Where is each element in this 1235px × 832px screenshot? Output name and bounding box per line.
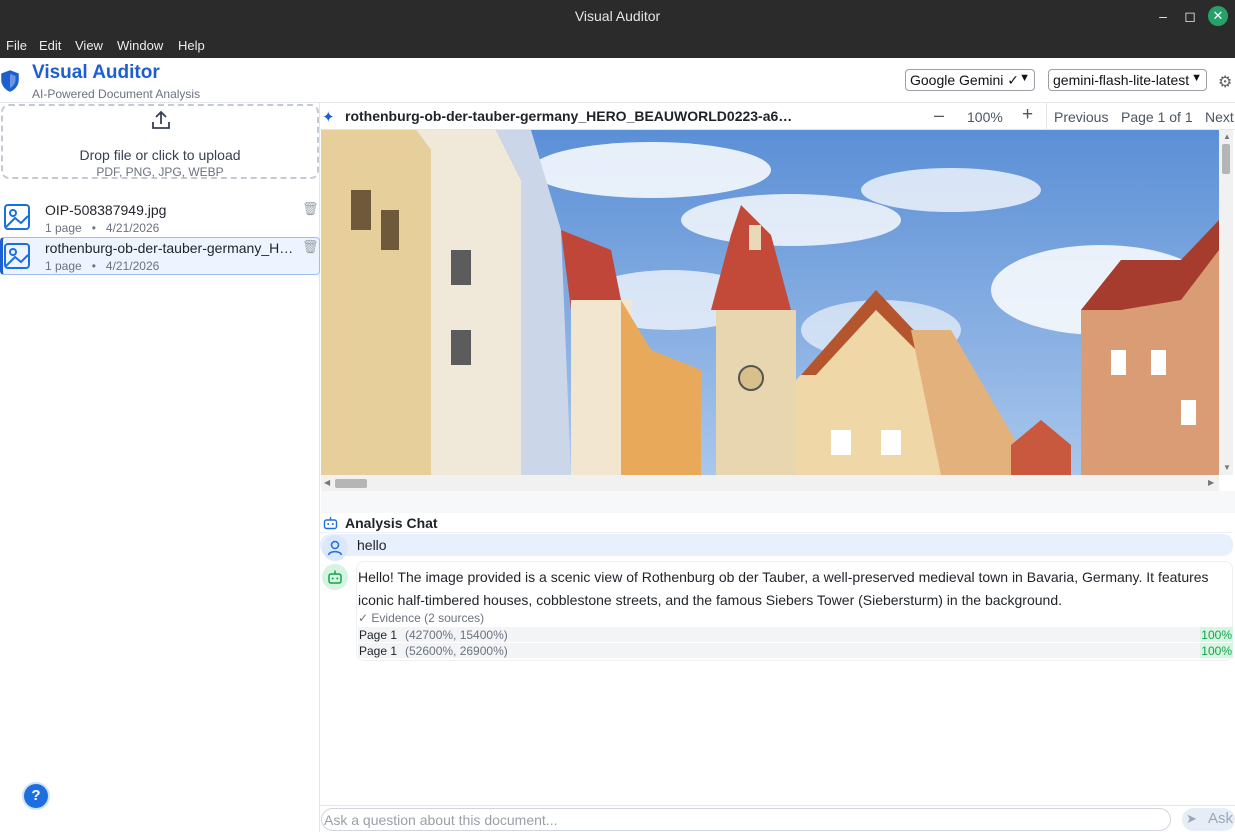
file-name: rothenburg-ob-der-tauber-germany_HERO_BE… <box>45 240 295 256</box>
chat-header: Analysis Chat <box>320 513 1233 533</box>
app-subtitle: AI-Powered Document Analysis <box>32 87 201 101</box>
app-title: Visual Auditor <box>32 62 160 83</box>
source-page: Page 1 <box>359 644 398 658</box>
source-page: Page 1 <box>359 628 398 642</box>
source-confidence: 100% <box>1200 627 1233 642</box>
model-select-value: gemini-flash-lite-latest <box>1053 72 1190 88</box>
upload-icon <box>152 110 170 129</box>
provider-select-value: Google Gemini ✓ <box>910 72 1019 88</box>
upload-types: PDF, PNG, JPG, WEBP <box>96 165 224 179</box>
menu-help[interactable]: Help <box>178 38 205 53</box>
zoom-level: 100% <box>967 109 1003 125</box>
chevron-down-icon: ▼ <box>1191 72 1202 84</box>
zoom-in-button[interactable]: + <box>1022 104 1033 126</box>
zoom-out-button[interactable]: – <box>934 105 944 126</box>
bot-icon <box>328 570 342 584</box>
window-titlebar: Visual Auditor – ◻ ✕ <box>0 0 1235 32</box>
menu-window[interactable]: Window <box>117 38 163 53</box>
next-page-button[interactable]: Next <box>1205 109 1234 125</box>
trash-icon[interactable]: 🗑 <box>302 239 319 255</box>
user-avatar <box>322 535 348 561</box>
source-confidence: 100% <box>1200 643 1233 658</box>
file-meta: 1 page • 4/21/2026 <box>45 221 160 235</box>
panel-divider[interactable] <box>321 491 1235 513</box>
gear-icon[interactable]: ⚙ <box>1218 72 1232 92</box>
file-name: OIP-508387949.jpg <box>45 202 167 218</box>
app-header: Visual Auditor AI-Powered Document Analy… <box>0 58 1235 103</box>
chat-input-bar: ➤ Ask <box>320 805 1235 832</box>
scroll-right-icon[interactable]: ▶ <box>1208 478 1214 487</box>
image-file-icon <box>4 204 30 230</box>
ask-label: Ask <box>1208 810 1234 827</box>
chat-title: Analysis Chat <box>345 515 438 531</box>
scroll-up-icon[interactable]: ▲ <box>1223 132 1231 141</box>
evidence-source[interactable]: Page 1 (42700%, 15400%) 100% <box>358 627 1233 642</box>
ask-button[interactable]: ➤ Ask <box>1182 808 1235 831</box>
file-item-selected[interactable]: rothenburg-ob-der-tauber-germany_HERO_BE… <box>0 237 320 275</box>
bot-icon <box>323 517 338 530</box>
user-icon <box>327 540 343 556</box>
assistant-avatar <box>322 564 348 590</box>
menu-file[interactable]: File <box>6 38 27 53</box>
file-item[interactable]: OIP-508387949.jpg 1 page • 4/21/2026 🗑 <box>0 199 320 237</box>
scrollbar-thumb[interactable] <box>335 479 367 488</box>
file-sidebar: Drop file or click to upload PDF, PNG, J… <box>0 103 320 832</box>
user-message: hello <box>320 534 1233 556</box>
user-message-text: hello <box>357 537 387 553</box>
file-meta: 1 page • 4/21/2026 <box>45 259 160 273</box>
help-button[interactable]: ? <box>24 784 48 808</box>
maximize-icon[interactable]: ◻ <box>1180 6 1200 26</box>
window-title: Visual Auditor <box>574 8 661 24</box>
upload-label: Drop file or click to upload <box>79 147 241 163</box>
trash-icon[interactable]: 🗑 <box>302 201 319 217</box>
model-select[interactable]: gemini-flash-lite-latest ▼ <box>1048 69 1207 91</box>
scrollbar-thumb[interactable] <box>1222 144 1230 174</box>
menu-view[interactable]: View <box>75 38 103 53</box>
menu-bar: File Edit View Window Help <box>0 32 1235 58</box>
document-image[interactable] <box>321 130 1219 475</box>
page-indicator: Page 1 of 1 <box>1121 109 1193 125</box>
assistant-message-text: Hello! The image provided is a scenic vi… <box>358 569 1209 608</box>
source-coords: (52600%, 26900%) <box>405 644 508 658</box>
chevron-down-icon: ▼ <box>1019 72 1030 84</box>
vertical-scrollbar[interactable]: ▲ ▼ <box>1219 130 1233 475</box>
assistant-message: Hello! The image provided is a scenic vi… <box>356 561 1233 661</box>
scroll-left-icon[interactable]: ◀ <box>324 478 330 487</box>
viewer-filename: rothenburg-ob-der-tauber-germany_HERO_BE… <box>345 108 793 124</box>
evidence-label: Evidence (2 sources) <box>371 611 485 625</box>
close-icon[interactable]: ✕ <box>1208 6 1228 26</box>
minimize-icon[interactable]: – <box>1153 6 1173 26</box>
menu-edit[interactable]: Edit <box>39 38 61 53</box>
evidence-toggle[interactable]: ✓︎ Evidence (2 sources) <box>358 611 484 625</box>
shield-icon <box>1 70 19 92</box>
check-circle-icon: ✓︎ <box>358 611 369 625</box>
source-coords: (42700%, 15400%) <box>405 628 508 642</box>
evidence-source[interactable]: Page 1 (52600%, 26900%) 100% <box>358 643 1233 658</box>
scroll-down-icon[interactable]: ▼ <box>1223 463 1231 472</box>
provider-select[interactable]: Google Gemini ✓ ▼ <box>905 69 1035 91</box>
upload-dropzone[interactable]: Drop file or click to upload PDF, PNG, J… <box>1 104 319 179</box>
horizontal-scrollbar[interactable]: ◀ ▶ <box>321 475 1219 491</box>
toolbar-divider <box>1046 103 1047 129</box>
send-icon: ➤ <box>1186 811 1197 826</box>
question-input[interactable] <box>321 808 1171 831</box>
sparkle-icon: ✦ <box>322 109 335 126</box>
town-photo <box>321 130 1219 475</box>
previous-page-button[interactable]: Previous <box>1054 109 1108 125</box>
viewer-toolbar: ✦ rothenburg-ob-der-tauber-germany_HERO_… <box>320 103 1235 130</box>
image-file-icon <box>4 243 30 269</box>
